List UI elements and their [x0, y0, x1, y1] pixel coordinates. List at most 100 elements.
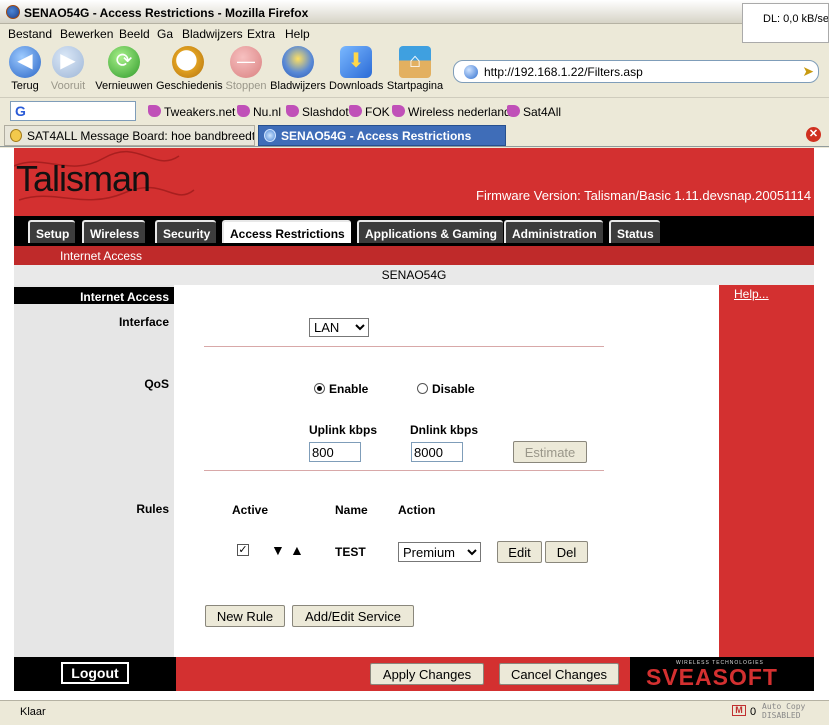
bookmark-wireless-nederland[interactable]: Wireless nederland: [392, 105, 511, 119]
add-edit-service-button[interactable]: Add/Edit Service: [292, 605, 414, 627]
apply-changes-button[interactable]: Apply Changes: [370, 663, 484, 685]
logout-button[interactable]: Logout: [61, 662, 129, 684]
interface-label: Interface: [118, 315, 169, 329]
mail-icon[interactable]: M: [732, 705, 746, 716]
autocopy-status[interactable]: Auto Copy DISABLED: [762, 702, 805, 720]
nav-tab-administration[interactable]: Administration: [504, 220, 603, 243]
back-button[interactable]: ◀ Terug: [6, 46, 44, 92]
page-globe-icon: [264, 129, 276, 142]
bookmark-icon: [286, 105, 299, 117]
window-title: SENAO54G - Access Restrictions - Mozilla…: [24, 6, 309, 20]
rule-action-select[interactable]: Premium: [398, 542, 481, 562]
tab-senao54g[interactable]: SENAO54G - Access Restrictions: [258, 125, 506, 146]
subnav-internet-access[interactable]: Internet Access: [60, 249, 142, 263]
downloads-button[interactable]: ⬇ Downloads: [329, 46, 383, 92]
google-logo-icon: G: [15, 103, 26, 119]
dnlink-label: Dnlink kbps: [410, 423, 479, 437]
bookmark-icon: [349, 105, 362, 117]
stop-icon: —: [230, 46, 262, 78]
divider: [204, 470, 604, 471]
help-link[interactable]: Help...: [734, 287, 769, 301]
cancel-changes-button[interactable]: Cancel Changes: [499, 663, 619, 685]
stop-button[interactable]: — Stoppen: [224, 46, 268, 92]
delete-rule-button[interactable]: Del: [545, 541, 588, 563]
estimate-button[interactable]: Estimate: [513, 441, 587, 463]
label-column: Internet Access Interface QoS Rules: [14, 285, 174, 657]
rules-header-name: Name: [335, 503, 368, 517]
menu-bestand[interactable]: Bestand: [8, 27, 52, 41]
talisman-logo: Talisman: [16, 158, 151, 199]
divider: [204, 346, 604, 347]
nav-tab-applications-gaming[interactable]: Applications & Gaming: [357, 220, 504, 243]
menu-bewerken[interactable]: Bewerken: [60, 27, 113, 41]
home-button[interactable]: ⌂ Startpagina: [386, 46, 444, 92]
rules-header-action: Action: [398, 503, 436, 517]
bookmark-icon: [392, 105, 405, 117]
move-up-icon[interactable]: ▲: [290, 542, 304, 558]
move-down-icon[interactable]: ▼: [271, 542, 285, 558]
new-rule-button[interactable]: New Rule: [205, 605, 285, 627]
bookmark-sat4all[interactable]: Sat4All: [507, 105, 561, 119]
bookmark-icon: [507, 105, 520, 117]
close-tab-icon[interactable]: ✕: [806, 127, 821, 142]
menu-beeld[interactable]: Beeld: [119, 27, 150, 41]
bookmark-fok[interactable]: FOK: [349, 105, 390, 119]
bookmark-icon: [148, 105, 161, 117]
uplink-input[interactable]: 800: [309, 442, 361, 462]
address-bar[interactable]: http://192.168.1.22/Filters.asp ➤: [453, 60, 819, 83]
lightbulb-icon: [10, 129, 22, 142]
rules-label: Rules: [136, 502, 169, 516]
bookmark-slashdot[interactable]: Slashdot: [286, 105, 349, 119]
radio-unselected-icon: [417, 383, 428, 394]
reload-icon: ⟳: [108, 46, 140, 78]
page-right-margin: [814, 148, 829, 700]
bookmarks-button[interactable]: Bladwijzers: [270, 46, 326, 92]
bookmark-tweakers[interactable]: Tweakers.net: [148, 105, 235, 119]
status-text: Klaar: [20, 706, 46, 718]
address-url: http://192.168.1.22/Filters.asp: [484, 65, 643, 79]
qos-disable-radio[interactable]: Disable: [417, 382, 475, 396]
device-name: SENAO54G: [14, 265, 814, 285]
rule-active-checkbox[interactable]: ✓: [237, 544, 249, 556]
bookmarks-icon: [282, 46, 314, 78]
reload-button[interactable]: ⟳ Vernieuwen: [94, 46, 154, 92]
interface-select[interactable]: LAN: [309, 318, 369, 337]
dnlink-input[interactable]: 8000: [411, 442, 463, 462]
forward-button[interactable]: ▶ Vooruit: [48, 46, 88, 92]
settings-panel: [174, 285, 720, 657]
firefox-icon: [6, 5, 20, 19]
sveasoft-brand: SVEASOFT: [646, 664, 778, 690]
sub-navigation: Internet Access: [14, 246, 814, 265]
menu-help[interactable]: Help: [285, 27, 310, 41]
menu-bladwijzers[interactable]: Bladwijzers: [182, 27, 243, 41]
qos-enable-radio[interactable]: Enable: [314, 382, 368, 396]
downloads-icon: ⬇: [340, 46, 372, 78]
mail-count: 0: [750, 706, 757, 718]
tab-sat4all[interactable]: SAT4ALL Message Board: hoe bandbreedte .…: [4, 125, 255, 146]
nav-tab-wireless[interactable]: Wireless: [82, 220, 146, 243]
menu-extra[interactable]: Extra: [247, 27, 275, 41]
edit-rule-button[interactable]: Edit: [497, 541, 542, 563]
window-title-bar: SENAO54G - Access Restrictions - Mozilla…: [0, 0, 829, 24]
nav-tab-setup[interactable]: Setup: [28, 220, 76, 243]
help-column: [719, 285, 814, 657]
qos-label: QoS: [144, 377, 169, 391]
radio-selected-icon: [314, 383, 325, 394]
go-arrow-icon[interactable]: ➤: [802, 63, 814, 80]
nav-tab-access-restrictions[interactable]: Access Restrictions: [222, 220, 351, 243]
menu-ga[interactable]: Ga: [157, 27, 173, 41]
status-bar: Klaar: [0, 700, 829, 725]
nav-tab-security[interactable]: Security: [155, 220, 217, 243]
history-button[interactable]: Geschiedenis: [156, 46, 223, 92]
forward-arrow-icon: ▶: [52, 46, 84, 78]
rule-name: TEST: [335, 545, 366, 559]
google-search-box[interactable]: G: [10, 101, 136, 121]
back-arrow-icon: ◀: [9, 46, 41, 78]
home-icon: ⌂: [399, 46, 431, 78]
section-title: Internet Access: [14, 287, 174, 304]
menu-bar: Bestand Bewerken Beeld Ga Bladwijzers Ex…: [0, 24, 829, 44]
bookmark-nu[interactable]: Nu.nl: [237, 105, 281, 119]
nav-tab-status[interactable]: Status: [609, 220, 660, 243]
sveasoft-logo: WIRELESS TECHNOLOGIES SVEASOFT: [630, 657, 814, 691]
page-globe-icon: [464, 65, 478, 79]
